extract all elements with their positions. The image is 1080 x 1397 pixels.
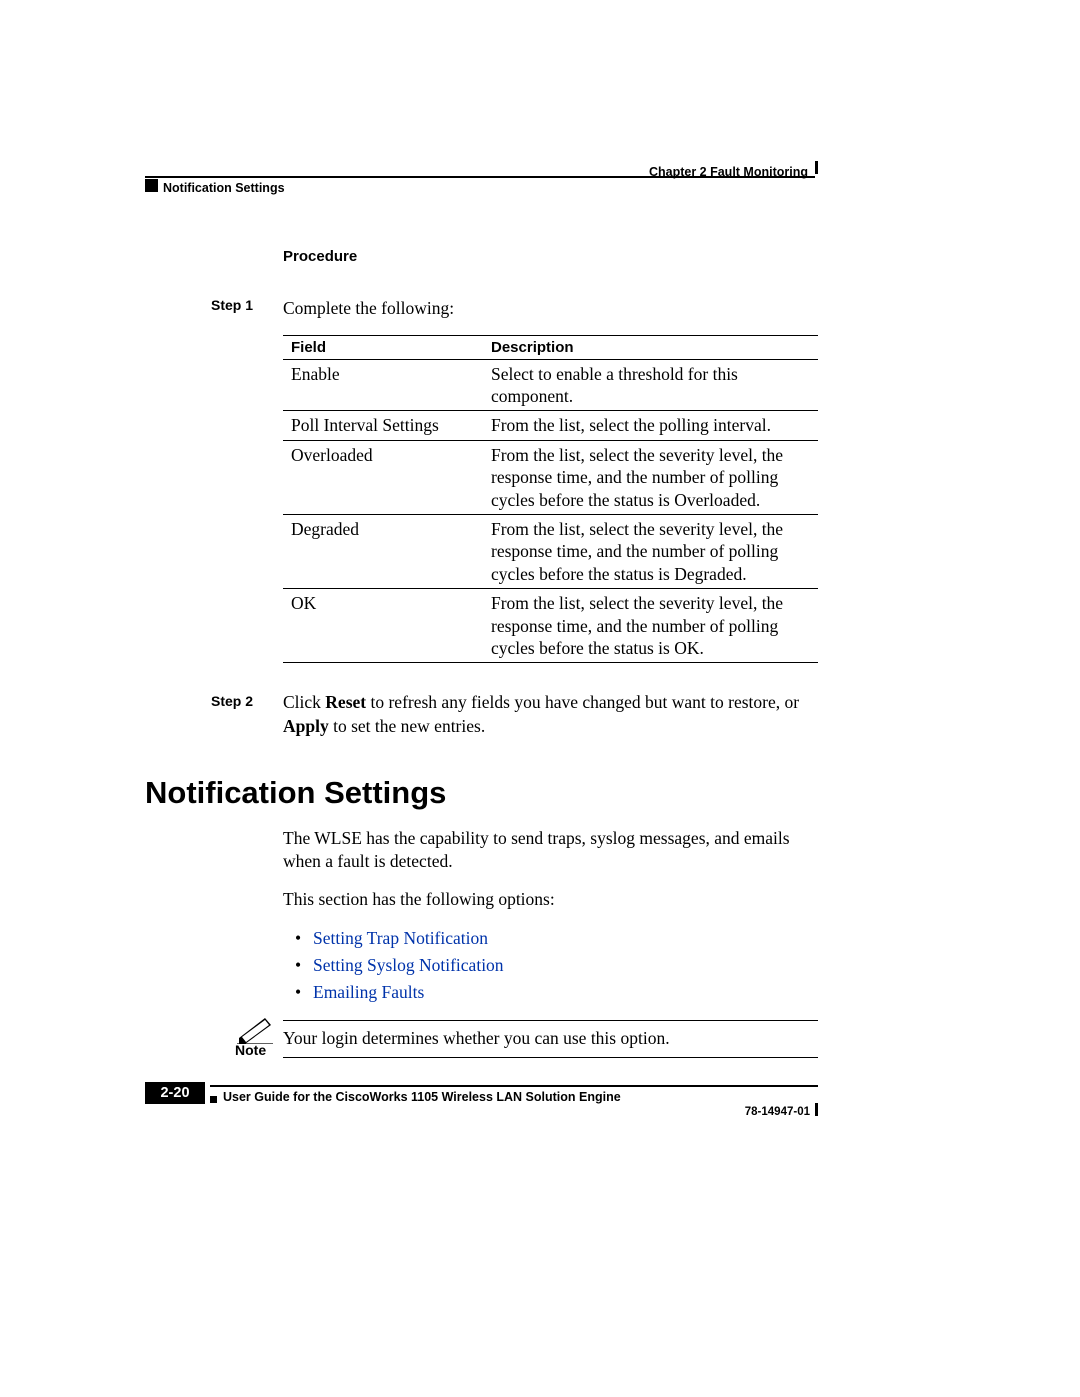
cell-field: Enable: [283, 359, 483, 411]
cell-desc: From the list, select the severity level…: [483, 514, 818, 588]
list-item: Setting Trap Notification: [283, 925, 818, 952]
step-2-text-mid: to refresh any fields you have changed b…: [366, 692, 799, 712]
footer-guide-title: User Guide for the CiscoWorks 1105 Wirel…: [223, 1090, 621, 1104]
table-row: Enable Select to enable a threshold for …: [283, 359, 818, 411]
table-header-field: Field: [283, 335, 483, 359]
options-list: Setting Trap Notification Setting Syslog…: [283, 925, 818, 1006]
note-rule-top: [283, 1020, 818, 1021]
cell-field: Degraded: [283, 514, 483, 588]
footer-doc-number: 78-14947-01: [745, 1106, 810, 1118]
reset-keyword: Reset: [325, 692, 366, 712]
note-label: Note: [235, 1042, 266, 1058]
step-2-text-after: to set the new entries.: [329, 716, 485, 736]
cell-desc: From the list, select the severity level…: [483, 589, 818, 663]
header-right-bar: [815, 161, 818, 174]
note-block: Note Your login determines whether you c…: [283, 1020, 818, 1058]
step-1-text: Complete the following:: [283, 297, 454, 321]
footer-right-bar: [815, 1103, 818, 1116]
header-square-marker: [145, 179, 158, 192]
header-section-label: Notification Settings: [163, 181, 285, 195]
table-row: OK From the list, select the severity le…: [283, 589, 818, 663]
section-heading: Notification Settings: [145, 775, 818, 811]
table-row: Poll Interval Settings From the list, se…: [283, 411, 818, 440]
link-trap-notification[interactable]: Setting Trap Notification: [313, 928, 488, 948]
table-row: Overloaded From the list, select the sev…: [283, 440, 818, 514]
table-row: Degraded From the list, select the sever…: [283, 514, 818, 588]
procedure-label: Procedure: [283, 248, 818, 265]
note-rule-bottom: [283, 1057, 818, 1058]
section-para-1: The WLSE has the capability to send trap…: [283, 827, 818, 874]
section-para-2: This section has the following options:: [283, 888, 818, 911]
header-horizontal-rule: [145, 176, 815, 178]
link-syslog-notification[interactable]: Setting Syslog Notification: [313, 955, 504, 975]
footer-small-square: [210, 1096, 217, 1103]
footer-horizontal-rule: [210, 1085, 818, 1087]
footer-page-number: 2-20: [145, 1082, 205, 1104]
cell-field: Overloaded: [283, 440, 483, 514]
list-item: Emailing Faults: [283, 979, 818, 1006]
step-2-text: Click Reset to refresh any fields you ha…: [283, 691, 818, 738]
field-description-table: Field Description Enable Select to enabl…: [283, 335, 818, 664]
note-text: Your login determines whether you can us…: [283, 1027, 818, 1051]
step-2-label: Step 2: [211, 693, 253, 709]
step-1-label: Step 1: [211, 297, 253, 313]
cell-field: OK: [283, 589, 483, 663]
step-2-text-before: Click: [283, 692, 325, 712]
cell-desc: From the list, select the severity level…: [483, 440, 818, 514]
apply-keyword: Apply: [283, 716, 329, 736]
cell-desc: From the list, select the polling interv…: [483, 411, 818, 440]
list-item: Setting Syslog Notification: [283, 952, 818, 979]
table-header-description: Description: [483, 335, 818, 359]
cell-desc: Select to enable a threshold for this co…: [483, 359, 818, 411]
link-emailing-faults[interactable]: Emailing Faults: [313, 982, 424, 1002]
cell-field: Poll Interval Settings: [283, 411, 483, 440]
